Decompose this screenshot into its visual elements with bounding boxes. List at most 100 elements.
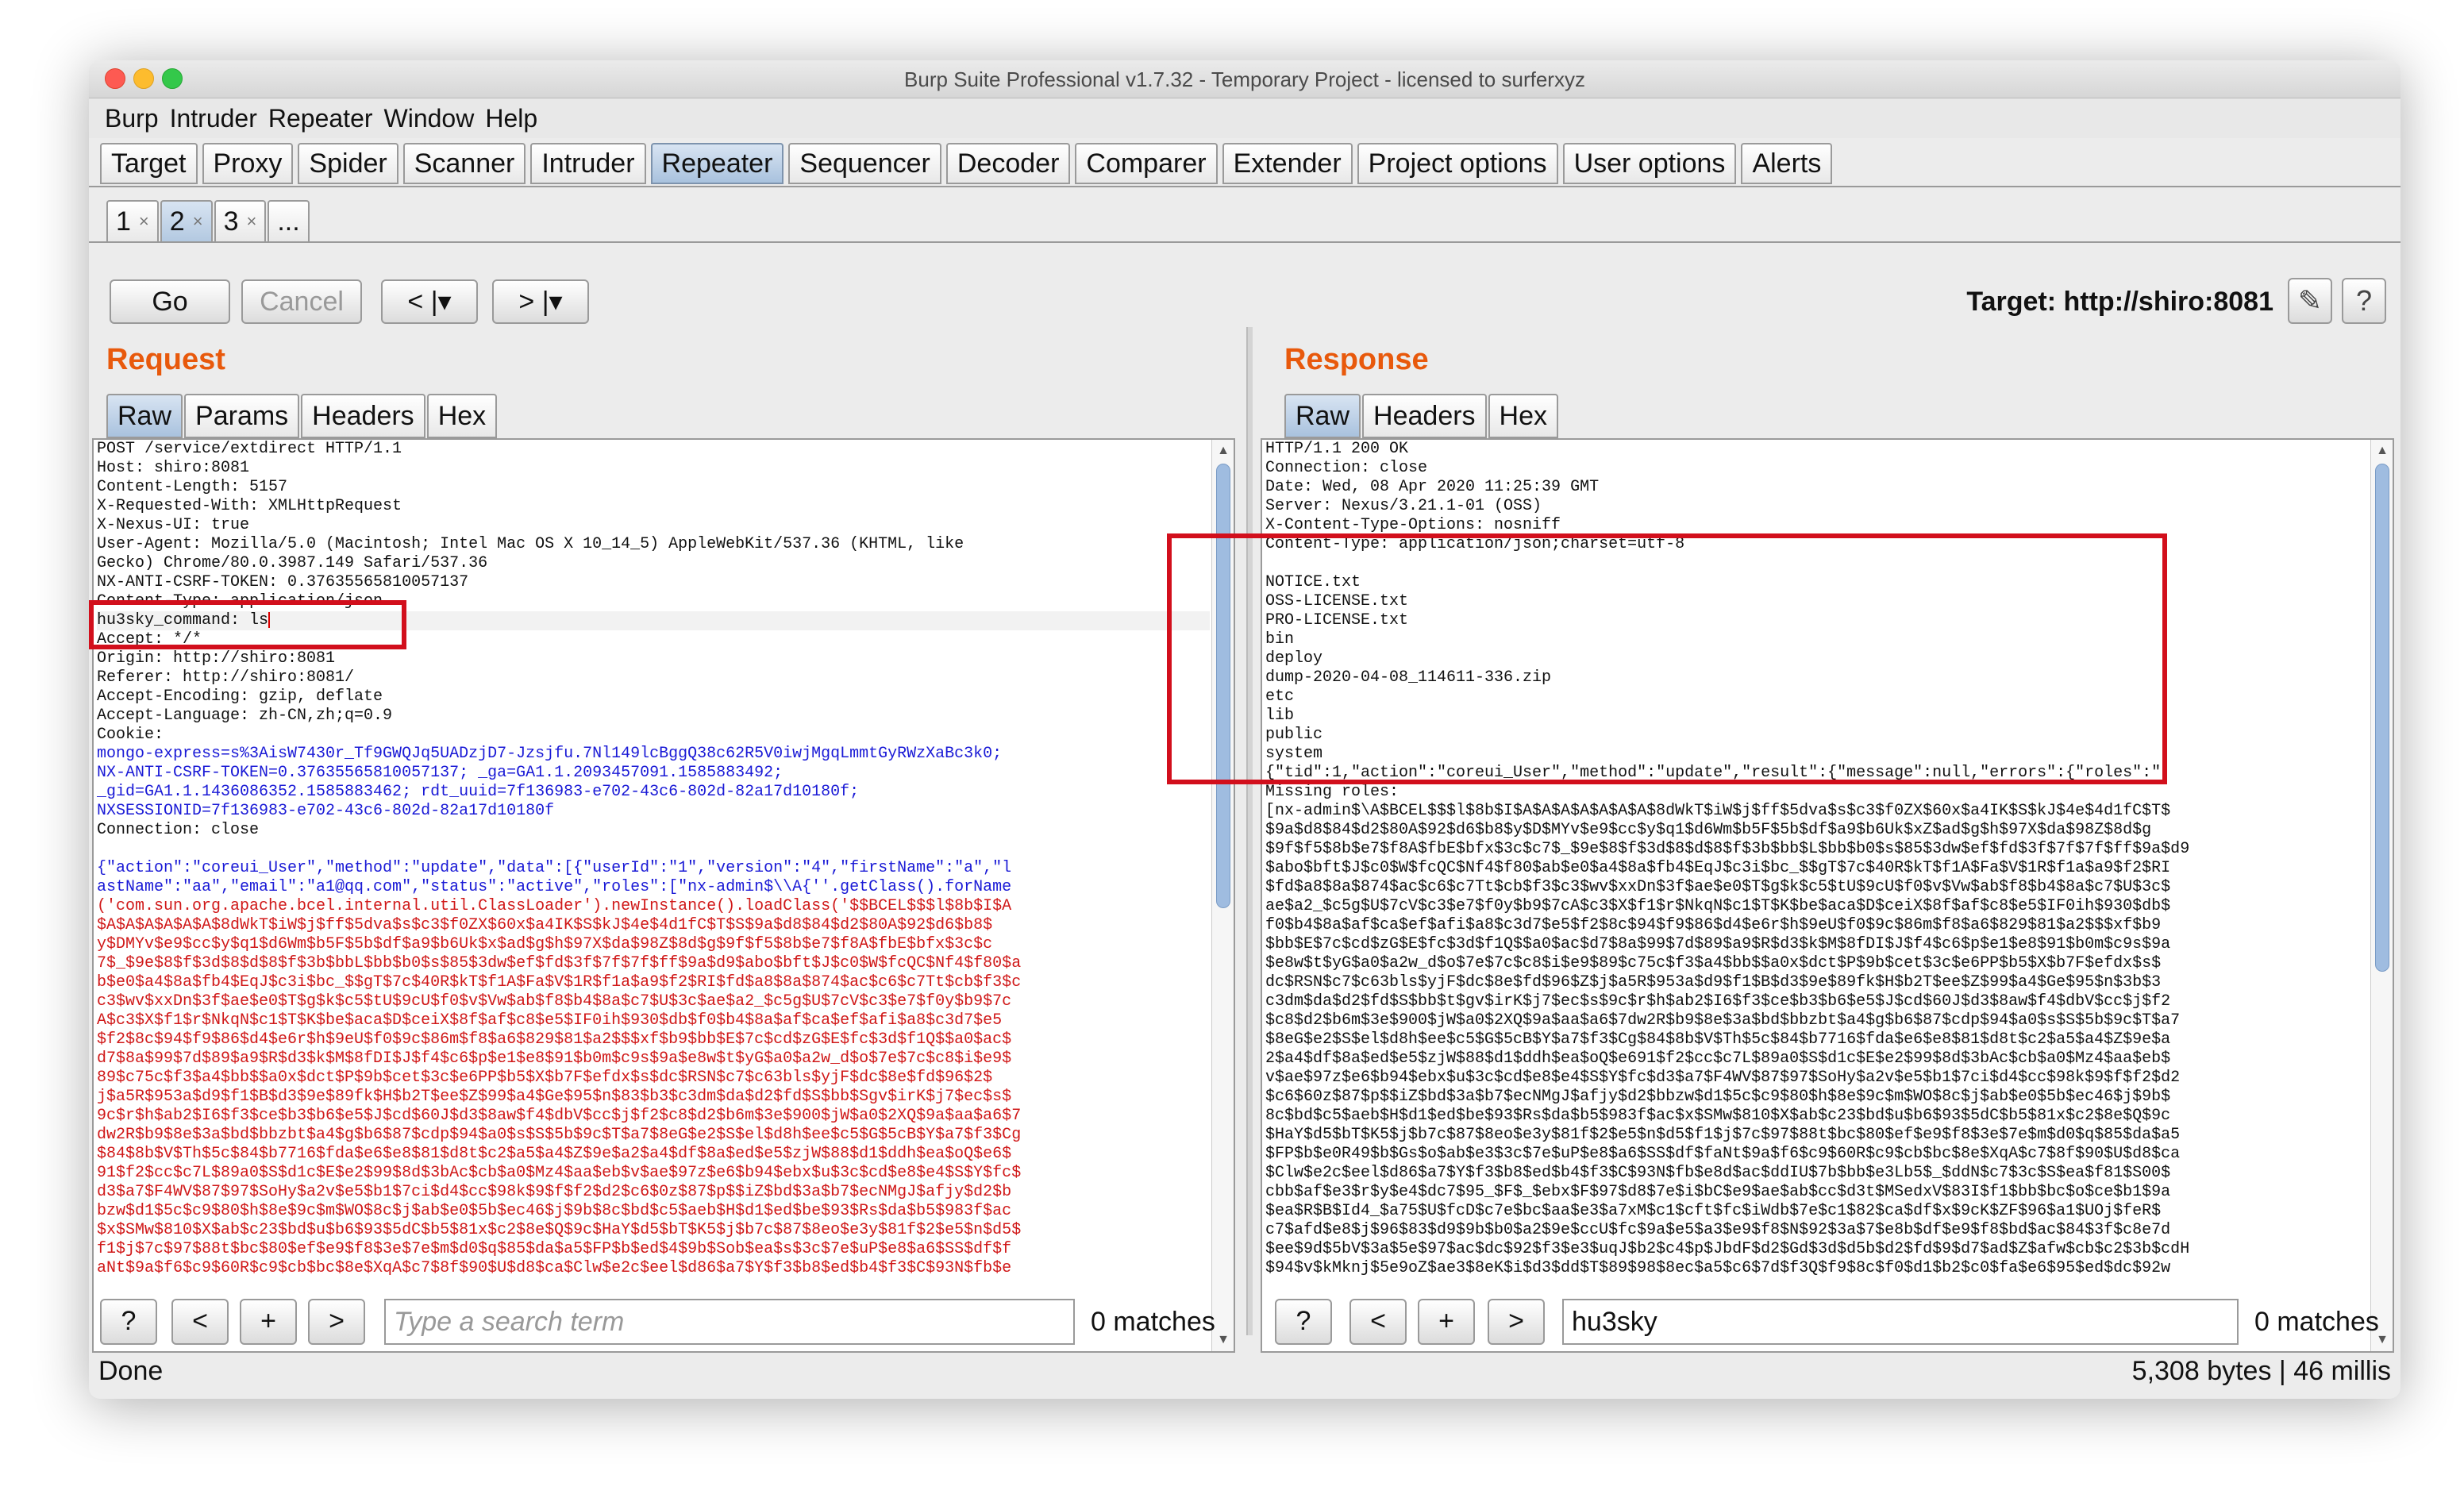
code-line: j$a5R$953a$d9$f1$B$d3$9e$89fk$H$b2T$ee$Z… — [97, 1088, 1012, 1106]
code-line: 7$_$9e$8$f$3d$8$d$8$f$3b$bbL$bb$b0$s$85$… — [97, 954, 1022, 972]
tab-scanner[interactable]: Scanner — [402, 143, 526, 184]
close-tab-icon[interactable]: × — [193, 202, 203, 241]
search-next-button[interactable]: > — [1488, 1299, 1545, 1345]
search-next-button[interactable]: > — [308, 1299, 365, 1345]
cancel-button[interactable]: Cancel — [241, 279, 362, 324]
code-line: {"action":"coreui_User","method":"update… — [97, 859, 1012, 877]
search-prev-button[interactable]: < — [171, 1299, 229, 1345]
code-line: Date: Wed, 08 Apr 2020 11:25:39 GMT — [1265, 478, 1600, 496]
code-line: User-Agent: Mozilla/5.0 (Macintosh; Inte… — [97, 535, 964, 553]
status-text: Done — [98, 1356, 164, 1386]
request-tab-hex[interactable]: Hex — [426, 394, 498, 438]
code-line: [nx-admin$\A$BCEL$$$l$8b$I$A$A$A$A$A$A$A… — [1265, 802, 2171, 820]
repeater-tab-1[interactable]: 1 × — [106, 200, 159, 243]
code-line: c3dm$da$d2$fd$S$bb$t$gv$irK$j7$ec$s$9c$r… — [1265, 992, 2171, 1011]
tab-repeater[interactable]: Repeater — [650, 143, 784, 184]
close-window-button[interactable] — [105, 68, 125, 89]
search-help-button[interactable]: ? — [100, 1299, 157, 1345]
request-text[interactable]: POST /service/extdirect HTTP/1.1 Host: sh… — [97, 440, 1210, 1278]
code-line: $ea$R$B$Id4_$a75$U$fcD$c7e$bc$aa$e3$a7xM… — [1265, 1202, 2162, 1220]
code-line: ae$a2_$c5g$U$7cV$c3$e7$f0y$b9$7cA$c3$X$f… — [1265, 897, 2171, 915]
code-line: Origin: http://shiro:8081 — [97, 649, 336, 668]
tab-sequencer[interactable]: Sequencer — [788, 143, 941, 184]
scroll-thumb[interactable] — [2375, 464, 2389, 972]
response-scrollbar[interactable]: ▲ ▼ — [2370, 440, 2393, 1351]
code-line: astName":"aa","email":"a1@qq.com","statu… — [97, 878, 1012, 896]
new-repeater-tab[interactable]: ... — [268, 200, 310, 243]
request-editor[interactable]: POST /service/extdirect HTTP/1.1 Host: sh… — [92, 438, 1235, 1353]
code-line: $8eG$e2$S$el$d8h$ee$c5$G$5cB$Y$a7$f3$Cg$… — [1265, 1030, 2171, 1049]
code-line: b$e0$a4$8a$fb4$EqJ$c3i$bc_$$gT$7c$40R$kT… — [97, 973, 1022, 992]
search-help-button[interactable]: ? — [1275, 1299, 1332, 1345]
code-line: c3$wv$xxDn$3f$ae$e0$T$g$k$c5$tU$9cU$f0$v… — [97, 992, 1012, 1011]
tab-comparer[interactable]: Comparer — [1075, 143, 1218, 184]
search-options-button[interactable]: + — [240, 1299, 297, 1345]
forward-button[interactable]: > |▾ — [492, 279, 589, 324]
repeater-tab-label: ... — [277, 206, 300, 237]
back-button[interactable]: < |▾ — [381, 279, 478, 324]
request-tab-headers[interactable]: Headers — [301, 394, 425, 438]
menu-repeater[interactable]: Repeater — [268, 104, 373, 133]
edit-target-icon[interactable]: ✎ — [2288, 278, 2332, 324]
tab-extender[interactable]: Extender — [1222, 143, 1353, 184]
code-line: y$DMYv$e9$cc$y$q1$d6Wm$b5F$5b$df$a9$b6Uk… — [97, 935, 993, 953]
code-line: $HaY$d5$bT$K5$j$b7c$87$8eo$e3y$81f$2$e5$… — [1265, 1126, 2181, 1144]
go-button[interactable]: Go — [110, 279, 230, 324]
code-line: $A$A$A$A$A$A$8dWkT$iW$j$ff$5dva$s$c3$f0Z… — [97, 916, 993, 934]
target-label: Target: http://shiro:8081 — [1966, 287, 2273, 317]
response-tab-raw[interactable]: Raw — [1284, 394, 1361, 438]
pane-splitter[interactable] — [1246, 327, 1253, 1335]
tab-proxy[interactable]: Proxy — [202, 143, 294, 184]
code-line: X-Content-Type-Options: nosniff — [1265, 516, 1561, 534]
search-prev-button[interactable]: < — [1349, 1299, 1407, 1345]
search-options-button[interactable]: + — [1418, 1299, 1475, 1345]
response-tab-headers[interactable]: Headers — [1362, 394, 1487, 438]
code-line: Content-Length: 5157 — [97, 478, 288, 496]
minimize-window-button[interactable] — [133, 68, 154, 89]
menu-bar: Burp Intruder Repeater Window Help — [89, 98, 2400, 138]
menu-window[interactable]: Window — [384, 104, 475, 133]
tab-spider[interactable]: Spider — [298, 143, 398, 184]
request-tab-params[interactable]: Params — [184, 394, 300, 438]
scroll-up-icon[interactable]: ▲ — [2371, 440, 2393, 462]
code-line: 9c$r$h$ab2$I6$f3$ce$b3$b6$e5$J$cd$60J$d3… — [97, 1107, 1022, 1125]
close-tab-icon[interactable]: × — [139, 202, 149, 241]
code-line: ('com.sun.org.apache.bcel.internal.util.… — [97, 897, 1012, 915]
menu-help[interactable]: Help — [485, 104, 537, 133]
request-title: Request — [106, 343, 225, 376]
code-line: NX-ANTI-CSRF-TOKEN: 0.37635565810057137 — [97, 573, 469, 591]
repeater-tab-label: 2 — [169, 206, 185, 237]
tab-intruder[interactable]: Intruder — [530, 143, 646, 184]
response-search-input[interactable]: hu3sky — [1562, 1299, 2239, 1345]
code-line: 2$a4$df$8a$ed$e5$zjW$88$d1$ddh$ea$oQ$e69… — [1265, 1049, 2171, 1068]
tab-alerts[interactable]: Alerts — [1741, 143, 1833, 184]
code-line: Gecko) Chrome/80.0.3987.149 Safari/537.3… — [97, 554, 488, 572]
code-line: Host: shiro:8081 — [97, 459, 250, 477]
close-tab-icon[interactable]: × — [246, 202, 256, 241]
repeater-tab-3[interactable]: 3 × — [214, 200, 267, 243]
repeater-tab-2[interactable]: 2 × — [160, 200, 213, 243]
code-line: $c8$d2$b6m$3e$900$jW$a0$2XQ$9a$aa$a6$7dw… — [1265, 1011, 2181, 1030]
request-search-input[interactable]: Type a search term — [384, 1299, 1075, 1345]
scroll-up-icon[interactable]: ▲ — [1212, 440, 1234, 462]
tab-decoder[interactable]: Decoder — [945, 143, 1071, 184]
response-stats: 5,308 bytes | 46 millis — [2131, 1356, 2391, 1386]
request-tab-raw[interactable]: Raw — [106, 394, 183, 438]
code-line: Missing roles: — [1265, 783, 1399, 801]
menu-burp[interactable]: Burp — [105, 104, 159, 133]
code-line: 8c$bd$c5$aeb$H$d1$ed$be$93$Rs$da$b5$983f… — [1265, 1107, 2171, 1125]
response-tab-hex[interactable]: Hex — [1488, 394, 1559, 438]
code-line: $abo$bft$J$c0$W$fcQC$Nf4$f80$ab$e0$a4$8a… — [1265, 859, 2171, 877]
zoom-window-button[interactable] — [162, 68, 183, 89]
tab-project-options[interactable]: Project options — [1357, 143, 1558, 184]
scroll-down-icon[interactable]: ▼ — [1212, 1329, 1234, 1351]
request-match-count: 0 matches — [1091, 1307, 1215, 1337]
tab-target[interactable]: Target — [100, 143, 198, 184]
menu-intruder[interactable]: Intruder — [170, 104, 257, 133]
response-title: Response — [1284, 343, 1429, 376]
tab-user-options[interactable]: User options — [1562, 143, 1737, 184]
code-line: $f2$8c$94$f9$86$d4$e6r$h$9eU$f0$9c$86m$f… — [97, 1030, 1012, 1049]
help-icon[interactable]: ? — [2342, 278, 2386, 324]
code-line: HTTP/1.1 200 OK — [1265, 440, 1409, 458]
